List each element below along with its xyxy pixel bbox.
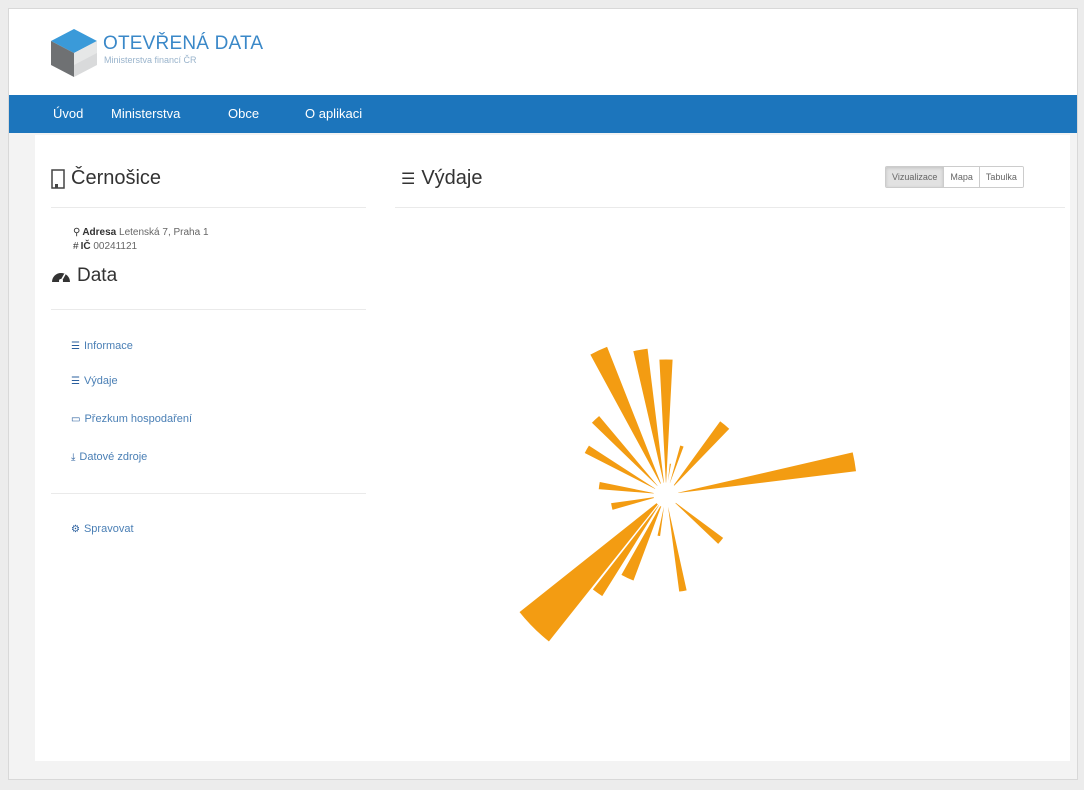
browser-window: OTEVŘENÁ DATA Ministerstva financí ČR Úv…: [8, 8, 1078, 780]
main-navbar: Úvod Ministerstva Obce O aplikaci: [9, 95, 1077, 133]
nav-item-o-aplikaci[interactable]: O aplikaci: [305, 106, 362, 121]
chart-wedge[interactable]: [667, 506, 688, 593]
nav-item-ministerstva[interactable]: Ministerstva: [111, 106, 180, 121]
chart-wedge[interactable]: [673, 501, 725, 546]
brand-subtitle: Ministerstva financí ČR: [104, 55, 197, 65]
nav-item-uvod[interactable]: Úvod: [53, 106, 83, 121]
brand-title[interactable]: OTEVŘENÁ DATA: [103, 33, 263, 55]
chart-wedge[interactable]: [677, 451, 858, 495]
expenses-radial-chart: [518, 345, 858, 643]
logo-cube-icon[interactable]: [49, 27, 99, 79]
site-header: OTEVŘENÁ DATA Ministerstva financí ČR: [9, 9, 1077, 95]
nav-item-obce[interactable]: Obce: [228, 106, 259, 121]
chart-wedge[interactable]: [609, 496, 656, 512]
main-content: Černošice ⚲ Adresa Letenská 7, Praha 1 # I…: [35, 135, 1070, 761]
